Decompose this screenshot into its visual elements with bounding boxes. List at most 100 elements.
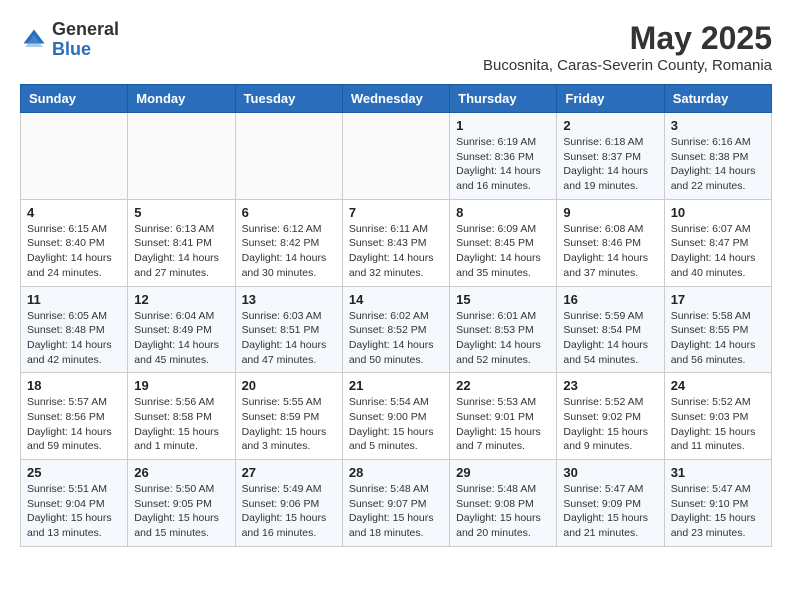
day-info: Sunrise: 6:15 AM Sunset: 8:40 PM Dayligh… bbox=[27, 222, 121, 281]
calendar-day-22: 22Sunrise: 5:53 AM Sunset: 9:01 PM Dayli… bbox=[450, 373, 557, 460]
calendar-day-1: 1Sunrise: 6:19 AM Sunset: 8:36 PM Daylig… bbox=[450, 113, 557, 200]
calendar-day-2: 2 Sunrise: 6:18 AM Sunset: 8:37 PM Daylig… bbox=[557, 113, 664, 200]
day-header-monday: Monday bbox=[128, 85, 235, 113]
day-header-wednesday: Wednesday bbox=[342, 85, 449, 113]
day-info: Sunrise: 6:02 AM Sunset: 8:52 PM Dayligh… bbox=[349, 309, 443, 368]
calendar-day-18: 18 Sunrise: 5:57 AM Sunset: 8:56 PM Dayli… bbox=[21, 373, 128, 460]
calendar-empty-cell bbox=[21, 113, 128, 200]
day-info: Sunrise: 5:48 AM Sunset: 9:07 PM Dayligh… bbox=[349, 482, 443, 541]
day-info: Sunrise: 6:11 AM Sunset: 8:43 PM Dayligh… bbox=[349, 222, 443, 281]
calendar-day-10: 10Sunrise: 6:07 AM Sunset: 8:47 PM Dayli… bbox=[664, 199, 771, 286]
calendar-header-row: SundayMondayTuesdayWednesdayThursdayFrid… bbox=[21, 85, 772, 113]
logo-general: General bbox=[52, 20, 119, 40]
day-info: Sunrise: 6:03 AM Sunset: 8:51 PM Dayligh… bbox=[242, 309, 336, 368]
day-number: 4 bbox=[27, 205, 121, 220]
calendar-day-27: 27 Sunrise: 5:49 AM Sunset: 9:06 PM Dayli… bbox=[235, 460, 342, 547]
day-info: Sunrise: 6:01 AM Sunset: 8:53 PM Dayligh… bbox=[456, 309, 550, 368]
logo-blue: Blue bbox=[52, 40, 119, 60]
day-number: 9 bbox=[563, 205, 657, 220]
day-info: Sunrise: 6:18 AM Sunset: 8:37 PM Dayligh… bbox=[563, 135, 657, 194]
calendar-day-5: 5 Sunrise: 6:13 AM Sunset: 8:41 PM Daylig… bbox=[128, 199, 235, 286]
day-number: 19 bbox=[134, 378, 228, 393]
month-title: May 2025 bbox=[483, 20, 772, 57]
day-number: 16 bbox=[563, 292, 657, 307]
day-info: Sunrise: 6:16 AM Sunset: 8:38 PM Dayligh… bbox=[671, 135, 765, 194]
day-number: 24 bbox=[671, 378, 765, 393]
calendar-day-29: 29 Sunrise: 5:48 AM Sunset: 9:08 PM Dayli… bbox=[450, 460, 557, 547]
day-header-sunday: Sunday bbox=[21, 85, 128, 113]
day-info: Sunrise: 5:47 AM Sunset: 9:10 PM Dayligh… bbox=[671, 482, 765, 541]
page: General Blue May 2025 Bucosnita, Caras-S… bbox=[0, 0, 792, 557]
calendar-empty-cell bbox=[342, 113, 449, 200]
day-info: Sunrise: 5:53 AM Sunset: 9:01 PM Dayligh… bbox=[456, 395, 550, 454]
day-info: Sunrise: 5:54 AM Sunset: 9:00 PM Dayligh… bbox=[349, 395, 443, 454]
calendar-day-26: 26Sunrise: 5:50 AM Sunset: 9:05 PM Dayli… bbox=[128, 460, 235, 547]
location-title: Bucosnita, Caras-Severin County, Romania bbox=[483, 57, 772, 74]
day-header-thursday: Thursday bbox=[450, 85, 557, 113]
day-number: 27 bbox=[242, 465, 336, 480]
day-number: 2 bbox=[563, 118, 657, 133]
calendar-day-28: 28 Sunrise: 5:48 AM Sunset: 9:07 PM Dayli… bbox=[342, 460, 449, 547]
calendar-day-9: 9 Sunrise: 6:08 AM Sunset: 8:46 PM Daylig… bbox=[557, 199, 664, 286]
calendar-day-16: 16Sunrise: 5:59 AM Sunset: 8:54 PM Dayli… bbox=[557, 286, 664, 373]
day-info: Sunrise: 6:13 AM Sunset: 8:41 PM Dayligh… bbox=[134, 222, 228, 281]
calendar-day-23: 23 Sunrise: 5:52 AM Sunset: 9:02 PM Dayli… bbox=[557, 373, 664, 460]
logo: General Blue bbox=[20, 20, 119, 60]
day-info: Sunrise: 5:52 AM Sunset: 9:03 PM Dayligh… bbox=[671, 395, 765, 454]
day-info: Sunrise: 6:09 AM Sunset: 8:45 PM Dayligh… bbox=[456, 222, 550, 281]
day-info: Sunrise: 5:56 AM Sunset: 8:58 PM Dayligh… bbox=[134, 395, 228, 454]
day-info: Sunrise: 5:48 AM Sunset: 9:08 PM Dayligh… bbox=[456, 482, 550, 541]
calendar-empty-cell bbox=[235, 113, 342, 200]
day-info: Sunrise: 5:47 AM Sunset: 9:09 PM Dayligh… bbox=[563, 482, 657, 541]
calendar-day-25: 25 Sunrise: 5:51 AM Sunset: 9:04 PM Dayli… bbox=[21, 460, 128, 547]
day-number: 3 bbox=[671, 118, 765, 133]
day-number: 13 bbox=[242, 292, 336, 307]
day-header-saturday: Saturday bbox=[664, 85, 771, 113]
day-info: Sunrise: 5:55 AM Sunset: 8:59 PM Dayligh… bbox=[242, 395, 336, 454]
calendar-day-31: 31 Sunrise: 5:47 AM Sunset: 9:10 PM Dayli… bbox=[664, 460, 771, 547]
day-info: Sunrise: 6:12 AM Sunset: 8:42 PM Dayligh… bbox=[242, 222, 336, 281]
calendar-day-21: 21 Sunrise: 5:54 AM Sunset: 9:00 PM Dayli… bbox=[342, 373, 449, 460]
day-number: 5 bbox=[134, 205, 228, 220]
day-info: Sunrise: 5:50 AM Sunset: 9:05 PM Dayligh… bbox=[134, 482, 228, 541]
calendar-empty-cell bbox=[128, 113, 235, 200]
calendar-day-14: 14 Sunrise: 6:02 AM Sunset: 8:52 PM Dayli… bbox=[342, 286, 449, 373]
day-number: 28 bbox=[349, 465, 443, 480]
day-number: 14 bbox=[349, 292, 443, 307]
calendar-week-row: 18 Sunrise: 5:57 AM Sunset: 8:56 PM Dayli… bbox=[21, 373, 772, 460]
day-number: 7 bbox=[349, 205, 443, 220]
day-info: Sunrise: 5:49 AM Sunset: 9:06 PM Dayligh… bbox=[242, 482, 336, 541]
calendar-day-15: 15Sunrise: 6:01 AM Sunset: 8:53 PM Dayli… bbox=[450, 286, 557, 373]
day-info: Sunrise: 6:05 AM Sunset: 8:48 PM Dayligh… bbox=[27, 309, 121, 368]
calendar-day-24: 24 Sunrise: 5:52 AM Sunset: 9:03 PM Dayli… bbox=[664, 373, 771, 460]
day-number: 21 bbox=[349, 378, 443, 393]
title-block: May 2025 Bucosnita, Caras-Severin County… bbox=[483, 20, 772, 74]
calendar-day-7: 7 Sunrise: 6:11 AM Sunset: 8:43 PM Daylig… bbox=[342, 199, 449, 286]
calendar-week-row: 11Sunrise: 6:05 AM Sunset: 8:48 PM Dayli… bbox=[21, 286, 772, 373]
header: General Blue May 2025 Bucosnita, Caras-S… bbox=[20, 20, 772, 74]
day-header-tuesday: Tuesday bbox=[235, 85, 342, 113]
day-number: 10 bbox=[671, 205, 765, 220]
day-number: 18 bbox=[27, 378, 121, 393]
calendar-week-row: 1Sunrise: 6:19 AM Sunset: 8:36 PM Daylig… bbox=[21, 113, 772, 200]
calendar-day-13: 13 Sunrise: 6:03 AM Sunset: 8:51 PM Dayli… bbox=[235, 286, 342, 373]
day-number: 6 bbox=[242, 205, 336, 220]
day-number: 31 bbox=[671, 465, 765, 480]
day-number: 12 bbox=[134, 292, 228, 307]
calendar-day-8: 8Sunrise: 6:09 AM Sunset: 8:45 PM Daylig… bbox=[450, 199, 557, 286]
calendar-table: SundayMondayTuesdayWednesdayThursdayFrid… bbox=[20, 84, 772, 547]
day-number: 29 bbox=[456, 465, 550, 480]
calendar-day-6: 6 Sunrise: 6:12 AM Sunset: 8:42 PM Daylig… bbox=[235, 199, 342, 286]
day-number: 25 bbox=[27, 465, 121, 480]
day-info: Sunrise: 5:51 AM Sunset: 9:04 PM Dayligh… bbox=[27, 482, 121, 541]
day-info: Sunrise: 5:52 AM Sunset: 9:02 PM Dayligh… bbox=[563, 395, 657, 454]
day-info: Sunrise: 6:08 AM Sunset: 8:46 PM Dayligh… bbox=[563, 222, 657, 281]
day-info: Sunrise: 5:57 AM Sunset: 8:56 PM Dayligh… bbox=[27, 395, 121, 454]
day-number: 17 bbox=[671, 292, 765, 307]
logo-icon bbox=[20, 26, 48, 54]
day-number: 20 bbox=[242, 378, 336, 393]
day-number: 23 bbox=[563, 378, 657, 393]
calendar-day-3: 3 Sunrise: 6:16 AM Sunset: 8:38 PM Daylig… bbox=[664, 113, 771, 200]
calendar-day-20: 20 Sunrise: 5:55 AM Sunset: 8:59 PM Dayli… bbox=[235, 373, 342, 460]
calendar-day-11: 11Sunrise: 6:05 AM Sunset: 8:48 PM Dayli… bbox=[21, 286, 128, 373]
